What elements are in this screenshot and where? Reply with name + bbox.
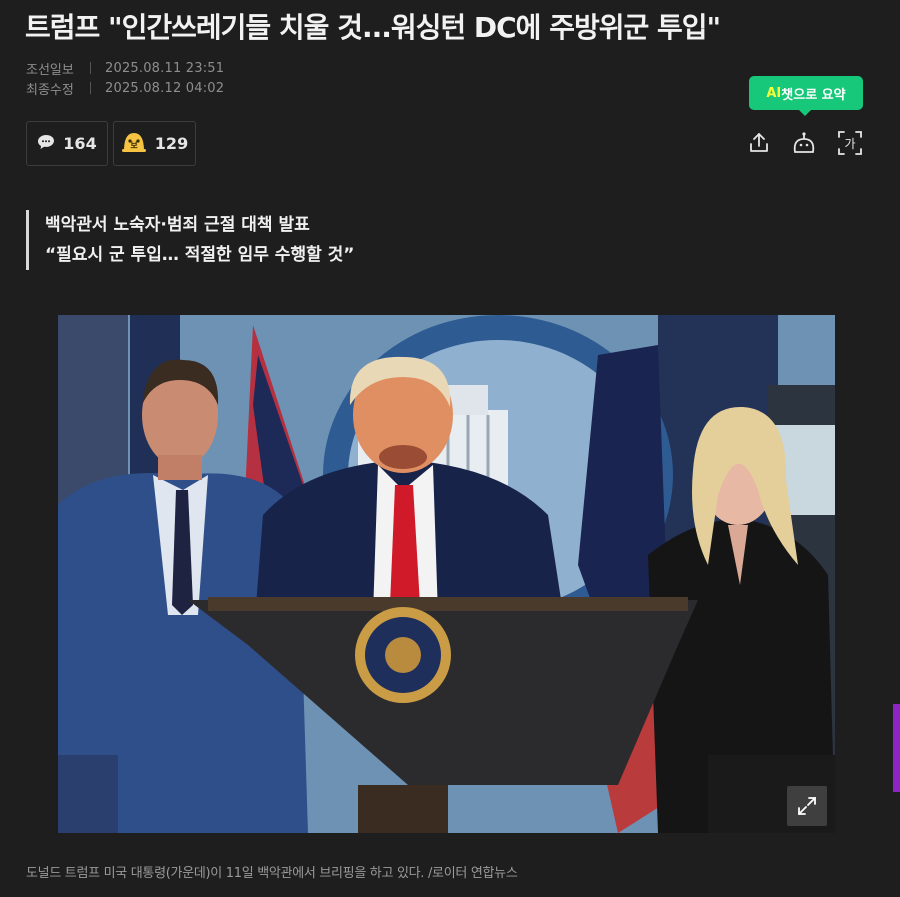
ai-tooltip-text: 챗으로 요약 <box>781 87 846 103</box>
comments-button[interactable]: 164 <box>26 121 108 166</box>
speech-bubble-icon <box>37 134 55 154</box>
emoji-glyph: 보 <box>130 141 138 150</box>
face-emoji-icon: 보 <box>121 131 147 157</box>
meta-row-updated: 최종수정 2025.08.12 04:02 <box>26 78 224 98</box>
share-icon[interactable] <box>744 128 774 158</box>
side-scroll-indicator[interactable] <box>893 704 900 792</box>
publisher-name[interactable]: 조선일보 <box>26 59 78 78</box>
photo-caption: 도널드 트럼프 미국 대통령(가운데)이 11일 백악관에서 브리핑을 하고 있… <box>26 866 518 881</box>
updated-date: 2025.08.12 04:02 <box>105 80 225 96</box>
reactions-button[interactable]: 보 129 <box>113 121 196 166</box>
press-briefing-photo <box>58 315 835 833</box>
comment-count: 164 <box>63 134 97 153</box>
reaction-count: 129 <box>154 134 189 153</box>
ai-tooltip-ai: AI <box>766 85 782 101</box>
article-photo[interactable] <box>58 315 835 833</box>
subtitle-line-1: 백악관서 노숙자·범죄 근절 대책 발표 <box>45 215 310 235</box>
font-label: 가 <box>844 137 855 151</box>
meta-divider <box>90 82 91 94</box>
updated-label: 최종수정 <box>26 82 74 98</box>
meta-row-publisher: 조선일보 2025.08.11 23:51 <box>26 58 224 78</box>
article-meta: 조선일보 2025.08.11 23:51 최종수정 2025.08.12 04… <box>26 58 224 98</box>
ai-summary-tooltip[interactable]: AI 챗으로 요약 <box>749 76 863 116</box>
published-date: 2025.08.11 23:51 <box>105 60 225 76</box>
subtitle-line-2: “필요시 군 투입… 적절한 임무 수행할 것” <box>45 245 355 265</box>
ai-bot-icon[interactable] <box>789 128 819 158</box>
font-size-icon[interactable]: 가 <box>835 128 865 158</box>
meta-divider <box>90 62 91 74</box>
expand-icon[interactable] <box>787 786 827 826</box>
article-page: 트럼프 "인간쓰레기들 치울 것...워싱턴 DC에 주방위군 투입" 조선일보… <box>0 0 900 897</box>
article-headline: 트럼프 "인간쓰레기들 치울 것...워싱턴 DC에 주방위군 투입" <box>25 11 721 44</box>
article-subtitle: 백악관서 노숙자·범죄 근절 대책 발표 “필요시 군 투입… 적절한 임무 수… <box>26 210 354 270</box>
